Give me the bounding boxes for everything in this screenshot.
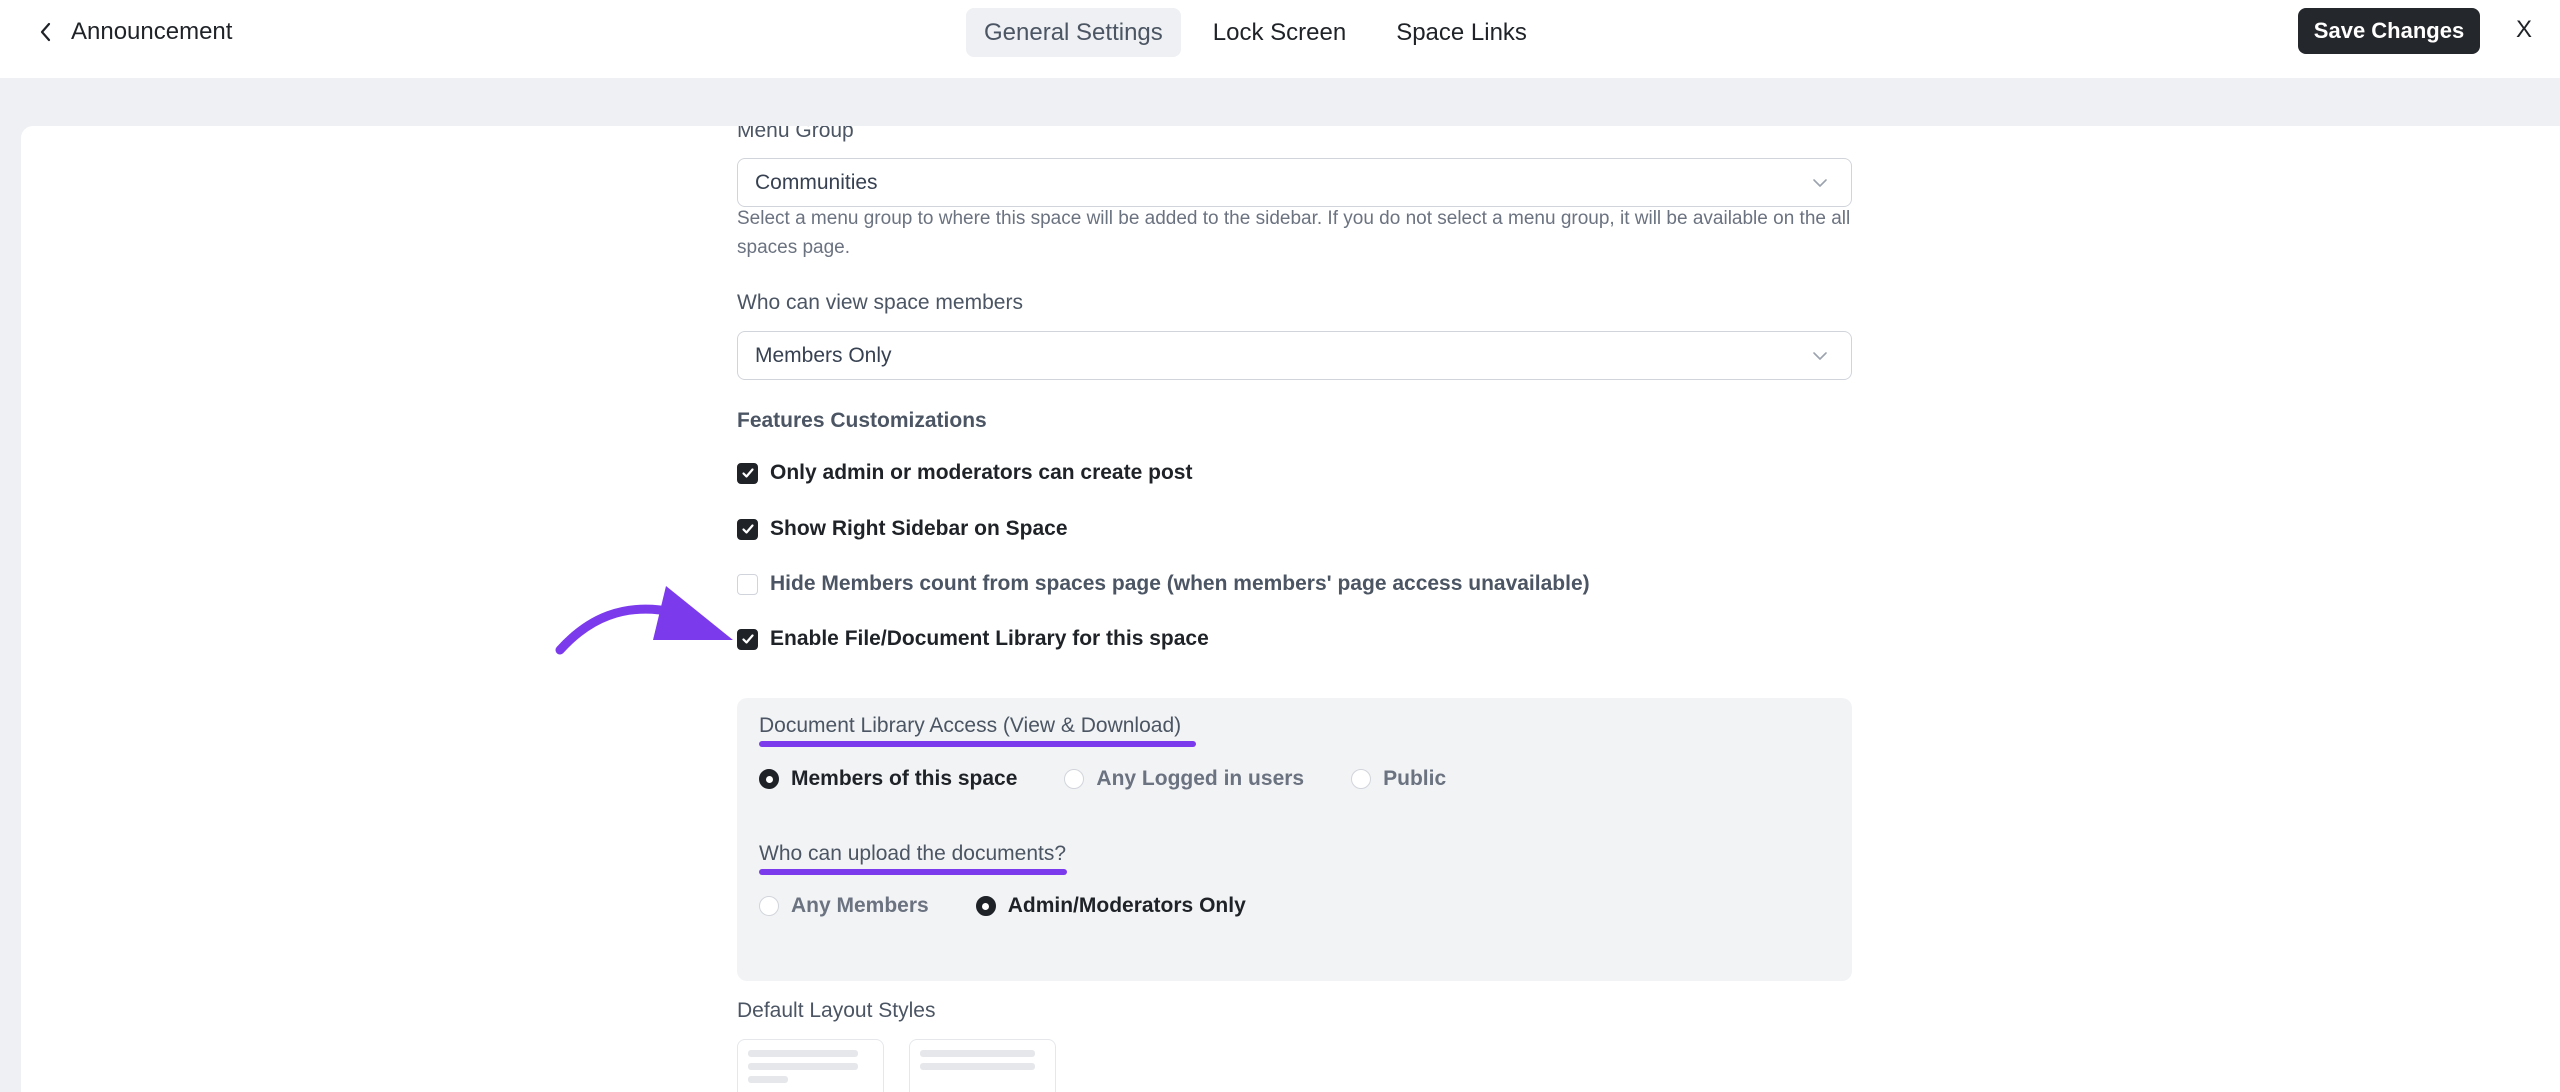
radio-members-of-space[interactable]: Members of this space [759,767,1017,791]
radio-label: Admin/Moderators Only [1007,894,1246,917]
document-library-panel: Document Library Access (View & Download… [737,698,1852,981]
radio-any-members[interactable]: Any Members [759,894,929,918]
radio-admin-moderators-only[interactable]: Admin/Moderators Only [975,894,1246,918]
radio-unselected[interactable] [1351,769,1372,789]
tab-lock-screen[interactable]: Lock Screen [1195,8,1364,57]
feature-label: Only admin or moderators can create post [770,461,1193,484]
top-bar: Announcement General Settings Lock Scree… [0,0,2560,78]
feature-label: Show Right Sidebar on Space [770,517,1068,540]
tab-space-links[interactable]: Space Links [1378,8,1545,57]
menu-group-help: Select a menu group to where this space … [737,208,1851,258]
layout-styles-label: Default Layout Styles [737,999,936,1022]
upload-permission-options: Any Members Admin/Moderators Only [759,894,1293,918]
annotation-arrow-icon [555,586,733,655]
members-visibility-value: Members Only [755,343,892,367]
feature-admin-post-only[interactable]: Only admin or moderators can create post [737,461,1192,485]
thumb-bar [748,1050,858,1057]
chevron-down-icon [1813,352,1827,360]
check-icon [741,524,754,534]
radio-any-logged-in[interactable]: Any Logged in users [1064,767,1304,791]
members-visibility-label: Who can view space members [737,291,1023,314]
thumb-bar [920,1063,1035,1070]
radio-unselected[interactable] [759,896,779,916]
radio-label: Any Logged in users [1096,767,1305,790]
menu-group-label: Menu Group [737,126,854,142]
settings-form: Menu Group Communities Select a menu gro… [737,126,1872,1092]
layout-option-2[interactable] [909,1039,1056,1092]
checkbox-checked[interactable] [737,518,758,540]
menu-group-select[interactable]: Communities [737,158,1852,207]
feature-label: Enable File/Document Library for this sp… [770,627,1209,650]
layout-option-1[interactable] [737,1039,884,1092]
settings-tabs: General Settings Lock Screen Space Links [966,8,1545,57]
thumb-bar [920,1050,1035,1057]
settings-card: Menu Group Communities Select a menu gro… [21,126,2560,1092]
feature-label: Hide Members count from spaces page (whe… [770,572,1590,595]
radio-label: Members of this space [791,767,1018,790]
thumb-bar [748,1063,858,1070]
radio-selected[interactable] [759,769,779,789]
feature-hide-members-count[interactable]: Hide Members count from spaces page (whe… [737,572,1590,596]
back-button[interactable] [30,14,60,50]
space-title: Announcement [71,18,233,45]
highlight-underline [759,869,1067,875]
members-visibility-select[interactable]: Members Only [737,331,1852,380]
radio-label: Public [1383,767,1447,790]
check-icon [741,468,754,478]
radio-public[interactable]: Public [1351,767,1446,791]
chevron-left-icon [40,22,51,42]
checkbox-checked[interactable] [737,462,758,484]
menu-group-value: Communities [755,170,878,194]
save-changes-button[interactable]: Save Changes [2298,8,2480,54]
checkbox-checked[interactable] [737,628,758,650]
check-icon [741,634,754,644]
radio-selected[interactable] [975,896,996,916]
radio-label: Any Members [791,894,929,917]
features-heading: Features Customizations [737,409,987,432]
tab-general-settings[interactable]: General Settings [966,8,1181,57]
feature-right-sidebar[interactable]: Show Right Sidebar on Space [737,517,1068,541]
highlight-underline [759,741,1196,747]
checkbox-unchecked[interactable] [737,573,758,595]
feature-document-library[interactable]: Enable File/Document Library for this sp… [737,627,1209,651]
library-access-label: Document Library Access (View & Download… [759,714,1182,737]
library-access-options: Members of this space Any Logged in user… [759,767,1493,791]
chevron-down-icon [1813,179,1827,187]
close-button[interactable]: X [2516,16,2532,44]
thumb-bar [748,1076,788,1083]
radio-unselected[interactable] [1064,769,1085,789]
upload-permission-label: Who can upload the documents? [759,842,1067,865]
